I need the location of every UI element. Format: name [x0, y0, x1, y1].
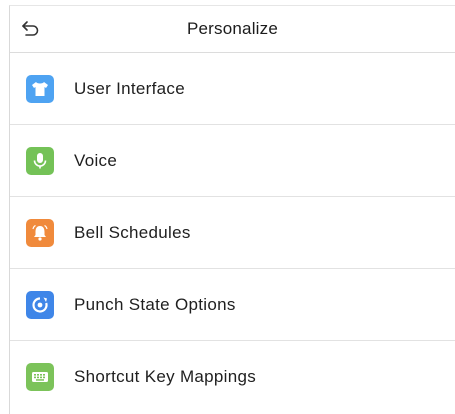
tshirt-icon — [26, 74, 54, 103]
microphone-icon — [26, 146, 54, 175]
menu-item-label: Shortcut Key Mappings — [74, 367, 257, 386]
keyboard-icon — [26, 363, 54, 391]
personalize-menu: User Interface Voice Bell Schedules Punc… — [10, 53, 455, 413]
menu-item-label: Punch State Options — [74, 294, 236, 314]
menu-item-bell-schedules[interactable]: Bell Schedules — [10, 197, 455, 269]
menu-item-user-interface[interactable]: User Interface — [10, 53, 455, 125]
bell-icon — [26, 218, 54, 247]
header-bar: Personalize — [10, 6, 455, 53]
menu-item-label: Bell Schedules — [74, 222, 191, 242]
page-title: Personalize — [186, 19, 279, 38]
menu-item-voice[interactable]: Voice — [10, 125, 455, 197]
personalize-screen: Personalize User Interface Voice Bell Sc… — [9, 5, 455, 414]
menu-item-label: User Interface — [74, 78, 185, 98]
menu-item-shortcut-key-mappings[interactable]: Shortcut Key Mappings — [10, 341, 455, 413]
menu-item-punch-state-options[interactable]: Punch State Options — [10, 269, 455, 341]
punch-state-icon — [26, 290, 54, 319]
menu-item-label: Voice — [74, 150, 118, 170]
